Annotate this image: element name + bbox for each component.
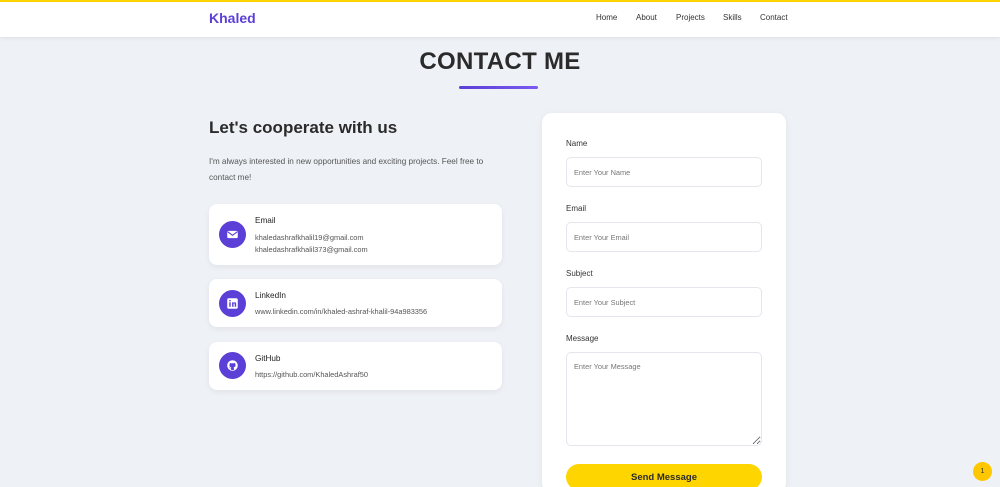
message-label: Message xyxy=(566,334,599,343)
nav-link-about[interactable]: About xyxy=(636,13,657,22)
brand-logo[interactable]: Khaled xyxy=(209,10,256,26)
email-address-2[interactable]: khaledashrafkhalil373@gmail.com xyxy=(255,245,368,254)
contact-card-title: Email xyxy=(255,216,276,225)
cooperate-heading: Let's cooperate with us xyxy=(209,118,398,137)
section-title: CONTACT ME xyxy=(419,48,581,75)
message-textarea[interactable] xyxy=(566,352,762,446)
email-label: Email xyxy=(566,204,587,213)
nav-link-contact[interactable]: Contact xyxy=(760,13,788,22)
title-underline xyxy=(459,86,538,89)
intro-text: I'm always interested in new opportuniti… xyxy=(209,157,484,182)
github-url[interactable]: https://github.com/KhaledAshraf50 xyxy=(255,370,368,379)
envelope-icon xyxy=(219,221,246,248)
linkedin-icon xyxy=(219,290,246,317)
send-message-button[interactable]: Send Message xyxy=(566,464,762,487)
email-input[interactable] xyxy=(566,222,762,252)
contact-card-title: LinkedIn xyxy=(255,291,286,300)
nav-link-home[interactable]: Home xyxy=(596,13,617,22)
notification-badge[interactable]: 1 xyxy=(973,462,992,481)
subject-label: Subject xyxy=(566,269,593,278)
navbar: Khaled Home About Projects Skills Contac… xyxy=(0,2,1000,37)
linkedin-url[interactable]: www.linkedin.com/in/khaled-ashraf-khalil… xyxy=(255,307,427,316)
nav-link-skills[interactable]: Skills xyxy=(723,13,742,22)
contact-card-github: GitHub https://github.com/KhaledAshraf50 xyxy=(209,342,502,390)
github-icon xyxy=(219,352,246,379)
name-label: Name xyxy=(566,139,588,148)
name-input[interactable] xyxy=(566,157,762,187)
email-address-1[interactable]: khaledashrafkhalil19@gmail.com xyxy=(255,233,364,242)
contact-card-title: GitHub xyxy=(255,354,281,363)
contact-card-email: Email khaledashrafkhalil19@gmail.com kha… xyxy=(209,204,502,265)
contact-card-linkedin: LinkedIn www.linkedin.com/in/khaled-ashr… xyxy=(209,279,502,327)
subject-input[interactable] xyxy=(566,287,762,317)
contact-form: Name Email Subject Message Send Message xyxy=(542,113,786,487)
nav-link-projects[interactable]: Projects xyxy=(676,13,705,22)
